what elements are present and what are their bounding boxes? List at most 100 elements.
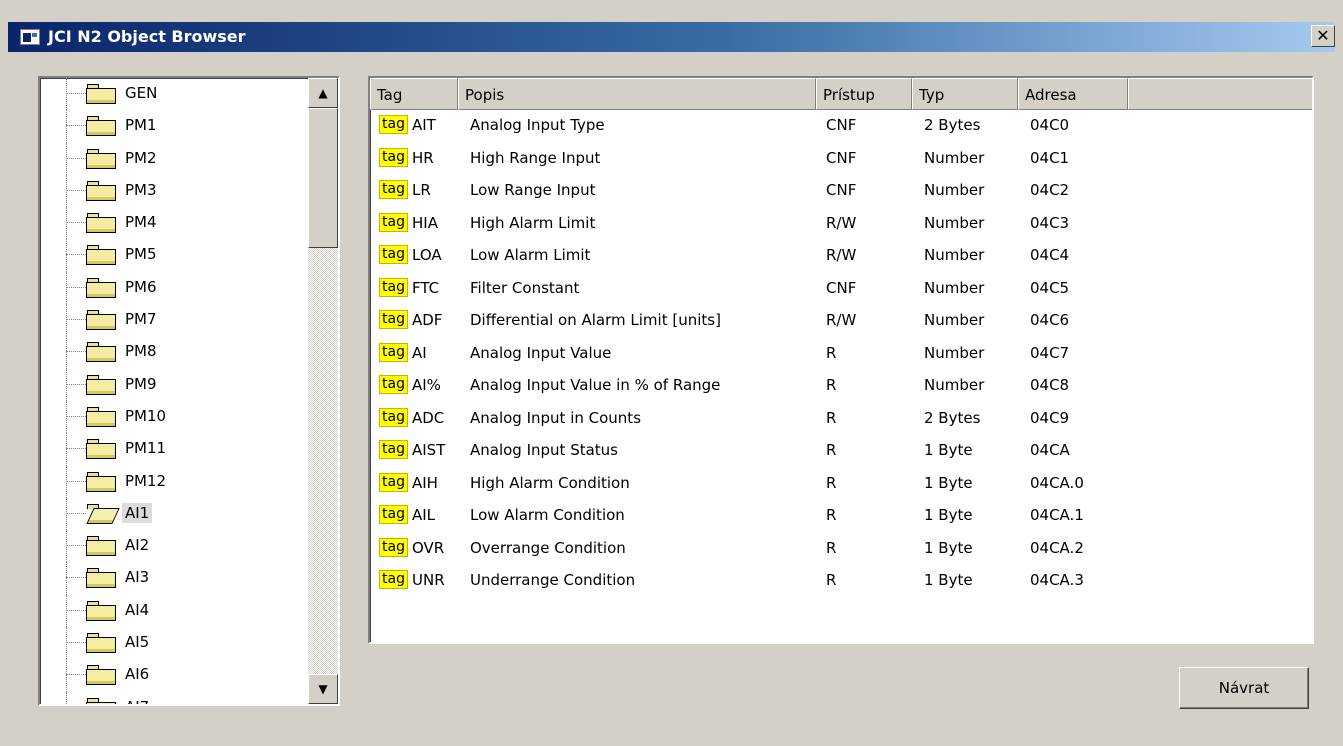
tree-item[interactable]: AI7 <box>40 691 308 704</box>
table-row[interactable]: tag OVR Overrange Condition R 1 Byte 04CA.2 <box>370 533 1312 566</box>
column-header-pristup[interactable]: Prístup <box>816 78 912 110</box>
tree-connector <box>66 222 86 224</box>
object-list-view[interactable]: Tag Popis Prístup Typ Adresa tag AIT Analo… <box>368 76 1314 644</box>
window-title: JCI N2 Object Browser <box>48 27 246 46</box>
tree-item[interactable]: PM1 <box>40 110 308 143</box>
table-row[interactable]: tag FTC Filter Constant CNF Number 04C5 <box>370 273 1312 306</box>
tree-item[interactable]: AI4 <box>40 594 308 628</box>
close-button[interactable]: ✕ <box>1311 25 1335 47</box>
column-header-typ[interactable]: Typ <box>912 78 1018 110</box>
tree-item-label: PM3 <box>125 180 157 199</box>
cell-popis: Low Alarm Limit <box>470 246 591 264</box>
tree-item[interactable]: PM5 <box>40 239 308 272</box>
tag-icon: tag <box>379 537 408 557</box>
cell-pristup: R/W <box>826 311 857 329</box>
folder-icon <box>86 245 116 266</box>
tree-connector <box>66 110 67 143</box>
folder-open-icon <box>86 503 120 524</box>
tree-connector <box>66 189 86 191</box>
tree-connector <box>66 400 67 434</box>
tag-icon: tag <box>379 472 408 492</box>
tree-connector <box>66 512 86 514</box>
tag-icon: tag <box>379 147 408 167</box>
table-row[interactable]: tag HIA High Alarm Limit R/W Number 04C3 <box>370 208 1312 241</box>
cell-popis: Filter Constant <box>470 278 580 297</box>
tag-icon: tag <box>379 505 408 524</box>
tree-item[interactable]: PM11 <box>40 433 308 466</box>
tree-item[interactable]: PM7 <box>40 304 308 337</box>
tree-item-label: PM5 <box>125 245 157 264</box>
cell-popis: Overrange Condition <box>470 538 626 557</box>
cell-popis: Analog Input Value in % of Range <box>470 376 721 394</box>
tree-connector <box>66 465 67 498</box>
cell-tag: ADF <box>412 311 443 329</box>
folder-icon <box>86 116 116 137</box>
tree-item[interactable]: AI2 <box>40 530 308 563</box>
cell-typ: 2 Bytes <box>924 408 981 427</box>
tree-item-label: PM9 <box>125 374 157 393</box>
scroll-thumb[interactable] <box>308 108 338 248</box>
tree-connector <box>66 368 67 401</box>
cell-adresa: 04C2 <box>1030 181 1070 199</box>
tree-item-label: PM11 <box>125 439 167 458</box>
tree-item[interactable]: AI1 <box>40 497 308 531</box>
table-row[interactable]: tag AIST Analog Input Status R 1 Byte 04CA <box>370 435 1312 468</box>
table-row[interactable]: tag AIH High Alarm Condition R 1 Byte 04CA.0 <box>370 468 1312 501</box>
column-header-adresa[interactable]: Adresa <box>1018 78 1128 110</box>
tree-connector <box>66 78 67 111</box>
table-row[interactable]: tag UNR Underrange Condition R 1 Byte 04CA.3 <box>370 565 1312 598</box>
table-row[interactable]: tag AIT Analog Input Type CNF 2 Bytes 04C0 <box>370 110 1312 143</box>
column-header-popis[interactable]: Popis <box>458 78 816 110</box>
table-row[interactable]: tag LR Low Range Input CNF Number 04C2 <box>370 175 1312 208</box>
tree-item[interactable]: PM8 <box>40 336 308 369</box>
table-row[interactable]: tag AI Analog Input Value R Number 04C7 <box>370 338 1312 371</box>
tree-connector <box>66 577 86 579</box>
tree-item[interactable]: PM3 <box>40 174 308 208</box>
tree-item[interactable]: PM6 <box>40 271 308 305</box>
cell-tag: AIST <box>412 441 446 459</box>
tree-item[interactable]: AI3 <box>40 562 308 595</box>
tree-item[interactable]: PM9 <box>40 368 308 401</box>
tree-item[interactable]: PM12 <box>40 465 308 498</box>
table-row[interactable]: tag ADF Differential on Alarm Limit [units… <box>370 305 1312 338</box>
tree-list: GEN PM1 PM2 PM3 PM4 PM5 PM6 PM7 PM8 PM9 PM10 PM11 PM… <box>40 78 308 704</box>
cell-typ: 1 Byte <box>924 473 973 492</box>
folder-icon <box>86 374 116 395</box>
cell-popis: Low Range Input <box>470 181 596 199</box>
table-row[interactable]: tag AIL Low Alarm Condition R 1 Byte 04CA.1 <box>370 500 1312 533</box>
tree-item[interactable]: PM4 <box>40 207 308 240</box>
tree-connector <box>66 562 67 595</box>
cell-popis: High Alarm Limit <box>470 213 596 232</box>
tree-connector <box>66 271 67 305</box>
folder-icon <box>86 180 116 201</box>
tree-item[interactable]: GEN <box>40 78 308 111</box>
scroll-down-button[interactable]: ▼ <box>308 674 338 704</box>
tag-icon: tag <box>379 407 408 427</box>
tree-item[interactable]: AI5 <box>40 627 308 660</box>
cell-typ: Number <box>924 213 985 232</box>
tree-item[interactable]: PM10 <box>40 400 308 434</box>
tree-connector <box>66 594 67 628</box>
object-tree[interactable]: GEN PM1 PM2 PM3 PM4 PM5 PM6 PM7 PM8 PM9 PM10 PM11 PM… <box>38 76 340 706</box>
table-row[interactable]: tag AI% Analog Input Value in % of Range R N… <box>370 370 1312 403</box>
tag-icon: tag <box>379 570 408 589</box>
cell-pristup: CNF <box>826 278 857 297</box>
tree-connector <box>66 433 67 466</box>
table-row[interactable]: tag ADC Analog Input in Counts R 2 Bytes 04C9 <box>370 403 1312 436</box>
tree-item-label: PM8 <box>125 342 157 361</box>
scroll-up-button[interactable]: ▲ <box>308 78 338 108</box>
cell-tag: FTC <box>412 278 440 297</box>
tree-connector <box>66 609 86 611</box>
column-header-tag[interactable]: Tag <box>370 78 458 110</box>
tree-item[interactable]: AI6 <box>40 659 308 692</box>
tree-item[interactable]: PM2 <box>40 142 308 175</box>
cell-adresa: 04CA <box>1030 441 1070 459</box>
return-button[interactable]: Návrat <box>1179 667 1309 709</box>
tree-scrollbar[interactable]: ▲ ▼ <box>308 78 338 704</box>
table-row[interactable]: tag LOA Low Alarm Limit R/W Number 04C4 <box>370 240 1312 273</box>
cell-adresa: 04CA.3 <box>1030 571 1084 589</box>
cell-adresa: 04C9 <box>1030 408 1070 427</box>
tree-item-label: GEN <box>125 84 158 102</box>
table-row[interactable]: tag HR High Range Input CNF Number 04C1 <box>370 143 1312 176</box>
tree-item-label: PM2 <box>125 148 157 167</box>
